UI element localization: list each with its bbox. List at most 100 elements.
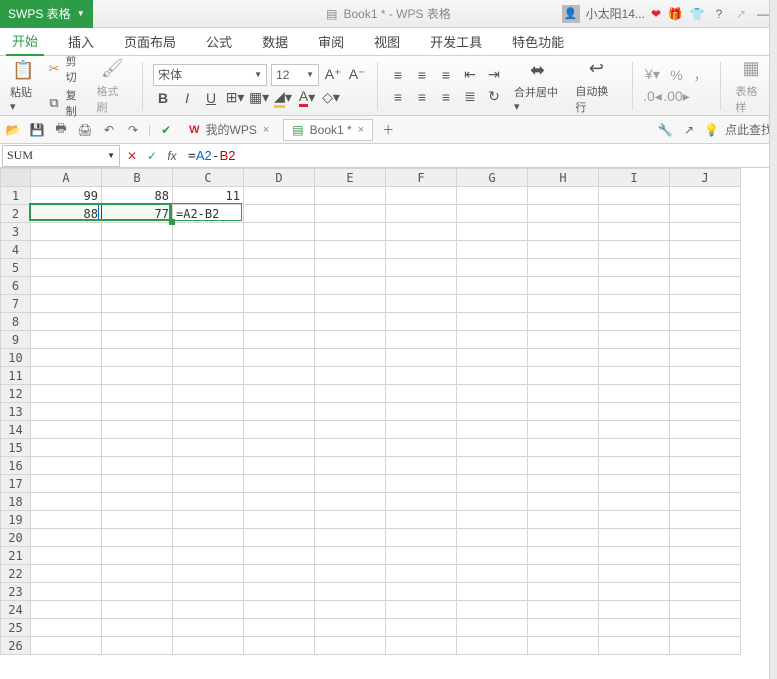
bold-button[interactable]: B <box>153 88 173 108</box>
underline-button[interactable]: U <box>201 88 221 108</box>
cell[interactable] <box>31 493 102 511</box>
cell[interactable]: 11 <box>173 187 244 205</box>
cell[interactable] <box>244 619 315 637</box>
user-avatar-icon[interactable]: 👤 <box>562 5 580 23</box>
cell[interactable] <box>244 457 315 475</box>
cell[interactable] <box>386 259 457 277</box>
cell[interactable] <box>244 187 315 205</box>
cell[interactable] <box>457 349 528 367</box>
cell[interactable] <box>102 349 173 367</box>
cell[interactable] <box>244 367 315 385</box>
cell[interactable] <box>315 259 386 277</box>
cell[interactable] <box>173 241 244 259</box>
cell[interactable] <box>599 439 670 457</box>
border-button[interactable]: ⊞▾ <box>225 88 245 108</box>
cell[interactable] <box>244 439 315 457</box>
currency-icon[interactable]: ¥▾ <box>642 65 662 85</box>
redo-icon[interactable]: ↷ <box>124 123 142 137</box>
cell[interactable] <box>173 313 244 331</box>
cell[interactable] <box>315 313 386 331</box>
checkmark-icon[interactable]: ✔ <box>157 123 175 137</box>
cell[interactable] <box>31 637 102 655</box>
print-icon[interactable]: 🖨 <box>76 123 94 137</box>
cell[interactable] <box>528 241 599 259</box>
cell[interactable] <box>599 619 670 637</box>
align-bottom-icon[interactable]: ≡ <box>436 65 456 85</box>
row-header[interactable]: 21 <box>1 547 31 565</box>
cell[interactable] <box>599 403 670 421</box>
font-name-select[interactable]: 宋体▼ <box>153 64 267 86</box>
cell[interactable]: 88 <box>31 205 102 223</box>
cell[interactable] <box>173 277 244 295</box>
row-header[interactable]: 2 <box>1 205 31 223</box>
cell[interactable] <box>457 385 528 403</box>
row-header[interactable]: 9 <box>1 331 31 349</box>
align-middle-icon[interactable]: ≡ <box>412 65 432 85</box>
tip-label[interactable]: 点此查找 <box>725 121 773 138</box>
print-preview-icon[interactable]: 🖶 <box>52 119 70 140</box>
open-icon[interactable]: 📂 <box>4 123 22 137</box>
cell[interactable] <box>386 583 457 601</box>
cell[interactable] <box>31 223 102 241</box>
font-color-button[interactable]: A▾ <box>297 88 317 108</box>
cell[interactable] <box>670 295 741 313</box>
cell[interactable] <box>102 223 173 241</box>
cell[interactable] <box>244 493 315 511</box>
cell[interactable] <box>457 493 528 511</box>
cell[interactable] <box>599 331 670 349</box>
cell[interactable] <box>457 277 528 295</box>
cell[interactable] <box>670 439 741 457</box>
column-header[interactable]: B <box>102 169 173 187</box>
cell[interactable] <box>244 331 315 349</box>
close-icon[interactable]: × <box>263 124 269 136</box>
row-header[interactable]: 3 <box>1 223 31 241</box>
cell[interactable] <box>31 385 102 403</box>
cell[interactable] <box>528 637 599 655</box>
cell[interactable] <box>315 583 386 601</box>
cell[interactable] <box>386 511 457 529</box>
cell[interactable] <box>31 475 102 493</box>
cell[interactable] <box>528 439 599 457</box>
cell[interactable] <box>31 547 102 565</box>
cell[interactable] <box>173 511 244 529</box>
cell[interactable] <box>102 439 173 457</box>
cell[interactable] <box>315 493 386 511</box>
cell[interactable] <box>457 187 528 205</box>
tab-features[interactable]: 特色功能 <box>506 28 570 55</box>
confirm-formula-icon[interactable]: ✓ <box>142 149 162 163</box>
cell[interactable] <box>457 619 528 637</box>
orientation-icon[interactable]: ↻ <box>484 87 504 107</box>
cell[interactable] <box>670 403 741 421</box>
cell[interactable] <box>315 205 386 223</box>
column-header[interactable]: G <box>457 169 528 187</box>
cell[interactable] <box>528 223 599 241</box>
cell[interactable] <box>31 439 102 457</box>
cell-bg-button[interactable]: ▦▾ <box>249 88 269 108</box>
cell[interactable] <box>528 547 599 565</box>
cell[interactable] <box>599 349 670 367</box>
cell[interactable] <box>173 439 244 457</box>
cell[interactable] <box>315 385 386 403</box>
row-header[interactable]: 10 <box>1 349 31 367</box>
row-header[interactable]: 6 <box>1 277 31 295</box>
cell[interactable] <box>315 331 386 349</box>
cell[interactable] <box>599 637 670 655</box>
gift-icon[interactable]: 🎁 <box>667 7 683 21</box>
row-header[interactable]: 14 <box>1 421 31 439</box>
my-wps-tab[interactable]: W 我的WPS × <box>181 119 277 141</box>
cell[interactable] <box>457 403 528 421</box>
cell[interactable] <box>386 331 457 349</box>
cell[interactable] <box>386 277 457 295</box>
column-header[interactable]: H <box>528 169 599 187</box>
cell[interactable] <box>457 367 528 385</box>
cell[interactable] <box>457 547 528 565</box>
indent-decrease-icon[interactable]: ⇤ <box>460 65 480 85</box>
cell[interactable] <box>102 367 173 385</box>
cell[interactable] <box>315 349 386 367</box>
name-box[interactable]: SUM ▼ <box>2 145 120 167</box>
cell[interactable] <box>457 511 528 529</box>
align-justify-icon[interactable]: ≣ <box>460 87 480 107</box>
cell[interactable] <box>599 295 670 313</box>
cell[interactable] <box>528 601 599 619</box>
cell[interactable] <box>457 421 528 439</box>
